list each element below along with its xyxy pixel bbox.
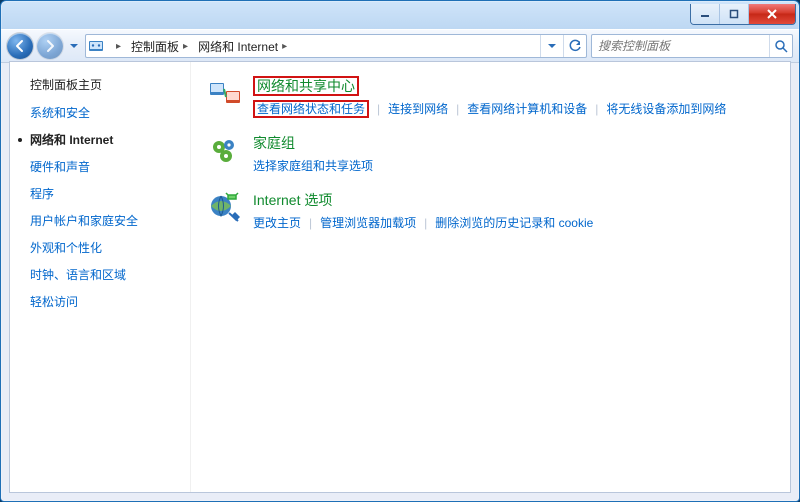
highlight-box: 查看网络状态和任务 [253,100,369,118]
category-link[interactable]: 管理浏览器加载项 [320,214,416,231]
sidebar-item-label: 轻松访问 [30,295,78,309]
titlebar [1,1,799,29]
sidebar-item-label: 外观和个性化 [30,241,102,255]
category-link[interactable]: 将无线设备添加到网络 [606,100,726,117]
category-link[interactable]: 更改主页 [253,214,301,231]
breadcrumb-root[interactable]: ▸ [106,35,125,57]
sidebar-item-label: 用户帐户和家庭安全 [30,214,138,228]
address-bar[interactable]: ▸ 控制面板 ▸ 网络和 Internet ▸ [85,34,587,58]
category-links: 查看网络状态和任务|连接到网络|查看网络计算机和设备|将无线设备添加到网络 [253,100,774,117]
category-links: 更改主页|管理浏览器加载项|删除浏览的历史记录和 cookie [253,214,774,231]
sidebar-item-label: 网络和 Internet [30,133,113,147]
category: 家庭组选择家庭组和共享选项 [207,133,774,174]
sidebar-item[interactable]: 程序 [10,180,190,207]
category-link[interactable]: 选择家庭组和共享选项 [253,157,373,174]
category-title-label: 家庭组 [253,135,295,151]
category-body: 网络和共享中心查看网络状态和任务|连接到网络|查看网络计算机和设备|将无线设备添… [253,76,774,117]
link-separator: | [369,102,388,116]
category-icon [207,133,243,169]
category-link[interactable]: 连接到网络 [388,100,448,117]
nav-back-button[interactable] [7,33,33,59]
category-title-label: 网络和共享中心 [257,78,355,94]
category-link[interactable]: 删除浏览的历史记录和 cookie [435,214,593,231]
category-link[interactable]: 查看网络状态和任务 [253,100,369,117]
main-panel: 网络和共享中心查看网络状态和任务|连接到网络|查看网络计算机和设备|将无线设备添… [191,62,790,492]
sidebar-heading[interactable]: 控制面板主页 [10,76,190,99]
sidebar-item[interactable]: 硬件和声音 [10,153,190,180]
category-icon [207,190,243,226]
sidebar-item[interactable]: 网络和 Internet [10,126,190,153]
sidebar-item[interactable]: 系统和安全 [10,99,190,126]
category-link-label: 查看网络状态和任务 [257,102,365,116]
nav-forward-button[interactable] [37,33,63,59]
maximize-button[interactable] [719,4,748,24]
window: ▸ 控制面板 ▸ 网络和 Internet ▸ [0,0,800,502]
sidebar-item-label: 硬件和声音 [30,160,90,174]
category-link-label: 查看网络计算机和设备 [467,102,587,116]
link-separator: | [448,102,467,116]
category: 网络和共享中心查看网络状态和任务|连接到网络|查看网络计算机和设备|将无线设备添… [207,76,774,117]
highlight-box: 网络和共享中心 [253,76,359,96]
search-input[interactable] [592,39,769,53]
search-field[interactable] [591,34,793,58]
control-panel-icon [86,36,106,56]
refresh-button[interactable] [563,35,586,57]
breadcrumb-label: 网络和 Internet [198,38,278,55]
window-buttons [690,4,796,25]
sidebar: 控制面板主页 系统和安全网络和 Internet 硬件和声音程序用户帐户和家庭安全… [10,62,191,492]
content: 控制面板主页 系统和安全网络和 Internet 硬件和声音程序用户帐户和家庭安全… [9,61,791,493]
sidebar-item-label: 系统和安全 [30,106,90,120]
sidebar-item[interactable]: 时钟、语言和区域 [10,261,190,288]
breadcrumb-label: 控制面板 [131,38,179,55]
category-link-label: 将无线设备添加到网络 [606,102,726,116]
link-separator: | [301,216,320,230]
category-link-label: 选择家庭组和共享选项 [253,159,373,173]
close-button[interactable] [748,4,795,24]
category-link[interactable]: 查看网络计算机和设备 [467,100,587,117]
link-separator: | [416,216,435,230]
sidebar-item[interactable]: 用户帐户和家庭安全 [10,207,190,234]
breadcrumb-item[interactable]: 网络和 Internet ▸ [192,35,291,57]
breadcrumb-item[interactable]: 控制面板 ▸ [125,35,192,57]
sidebar-item[interactable]: 外观和个性化 [10,234,190,261]
category-title-label: Internet 选项 [253,192,332,208]
address-dropdown[interactable] [540,35,563,57]
category-title[interactable]: 家庭组 [253,133,774,153]
search-icon[interactable] [769,35,792,57]
category-title[interactable]: 网络和共享中心 [253,76,774,96]
minimize-button[interactable] [691,4,719,24]
sidebar-item-label: 时钟、语言和区域 [30,268,126,282]
category-body: 家庭组选择家庭组和共享选项 [253,133,774,174]
nav-history-dropdown[interactable] [67,35,81,57]
category-body: Internet 选项更改主页|管理浏览器加载项|删除浏览的历史记录和 cook… [253,190,774,231]
toolbar: ▸ 控制面板 ▸ 网络和 Internet ▸ [1,29,799,63]
category-link-label: 更改主页 [253,216,301,230]
sidebar-item-label: 程序 [30,187,54,201]
category: Internet 选项更改主页|管理浏览器加载项|删除浏览的历史记录和 cook… [207,190,774,231]
category-link-label: 删除浏览的历史记录和 cookie [435,216,593,230]
category-title[interactable]: Internet 选项 [253,190,774,210]
category-link-label: 管理浏览器加载项 [320,216,416,230]
sidebar-item[interactable]: 轻松访问 [10,288,190,315]
category-links: 选择家庭组和共享选项 [253,157,774,174]
link-separator: | [587,102,606,116]
category-link-label: 连接到网络 [388,102,448,116]
category-icon [207,76,243,112]
